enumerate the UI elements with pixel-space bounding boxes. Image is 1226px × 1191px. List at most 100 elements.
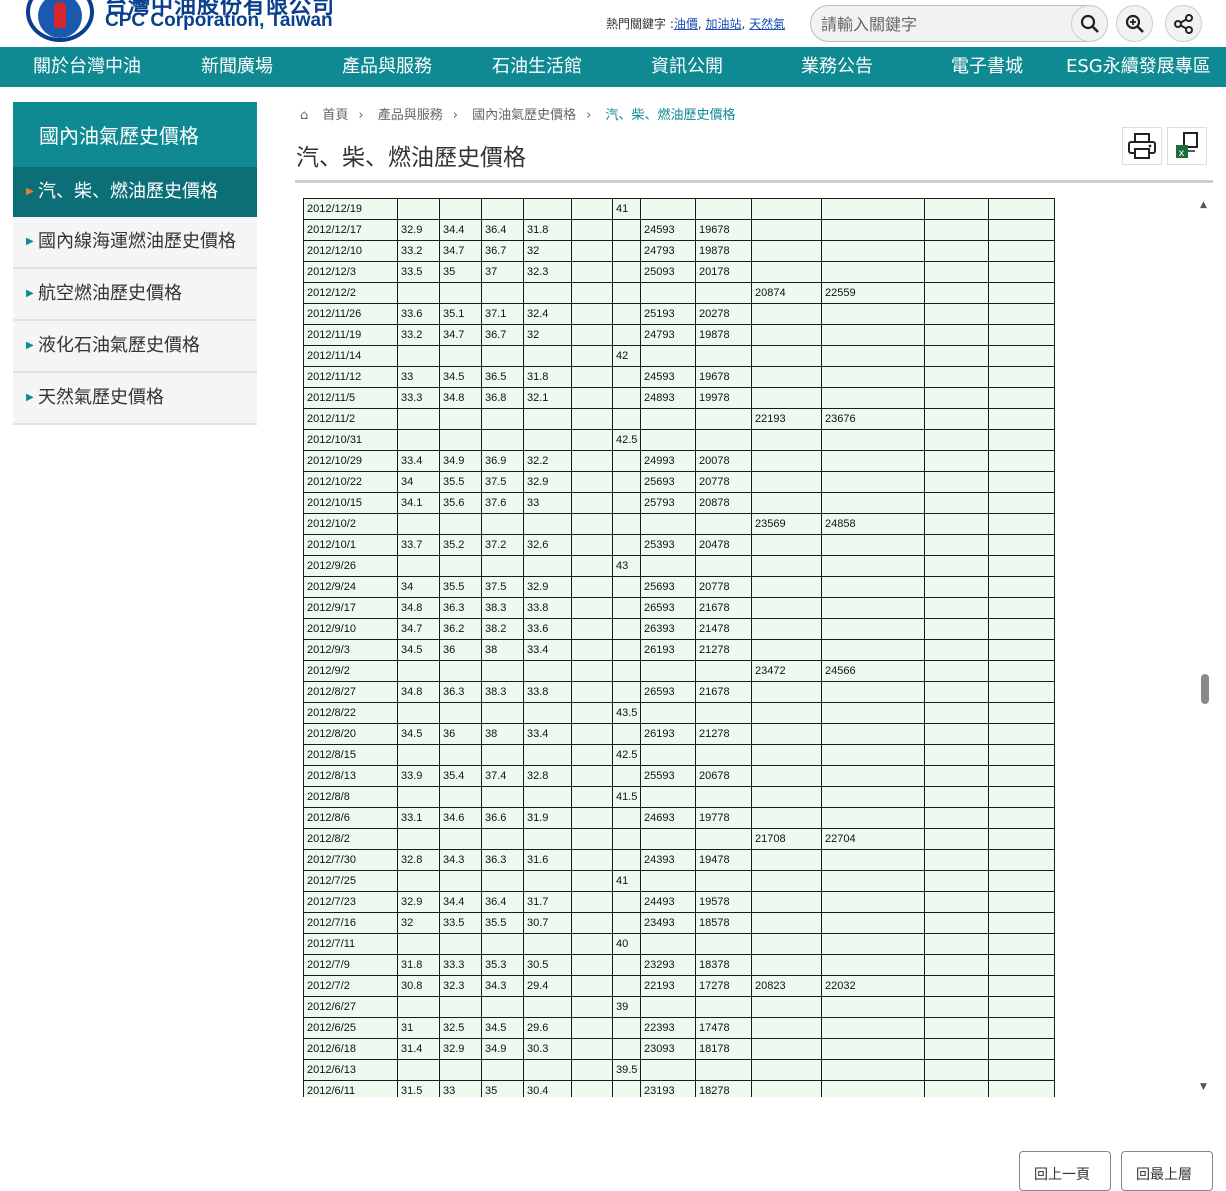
- price-cell: [751, 954, 822, 976]
- sidebar-item-fuel-prices[interactable]: ▶ 汽、柴、燃油歷史價格: [13, 167, 257, 217]
- price-cell: [612, 408, 641, 430]
- price-cell: [988, 198, 1055, 220]
- date-cell: 2012/6/27: [303, 996, 398, 1018]
- date-cell: 2012/12/17: [303, 219, 398, 241]
- nav-about[interactable]: 關於台灣中油: [33, 47, 141, 87]
- price-cell: 30.8: [397, 975, 440, 997]
- price-cell: 42.5: [612, 429, 641, 451]
- breadcrumb-home[interactable]: 首頁: [322, 108, 348, 123]
- table-row: 2012/7/30 32.8 34.3 36.3 31.6 24393 19478: [303, 849, 1055, 871]
- price-cell: [988, 933, 1055, 955]
- price-cell: [924, 660, 989, 682]
- price-cell: 34.8: [397, 681, 440, 703]
- price-table-container[interactable]: 2012/12/19 41 2012/12/17 32.9 34.4 36.4 31.8 24…: [303, 198, 1057, 1097]
- price-cell: [439, 198, 482, 220]
- price-cell: 32.9: [523, 471, 572, 493]
- price-cell: [481, 828, 524, 850]
- price-cell: [988, 870, 1055, 892]
- price-cell: 33.5: [439, 912, 482, 934]
- back-button[interactable]: 回上一頁: [1019, 1151, 1111, 1191]
- price-cell: [751, 912, 822, 934]
- price-cell: [481, 408, 524, 430]
- price-cell: [571, 492, 613, 514]
- price-cell: [821, 912, 925, 934]
- nav-products[interactable]: 產品與服務: [342, 47, 432, 87]
- back-to-top-button[interactable]: 回最上層: [1121, 1151, 1213, 1191]
- date-cell: 2012/6/11: [303, 1080, 398, 1097]
- page-title: 汽、柴、燃油歷史價格: [296, 145, 526, 171]
- price-cell: [695, 282, 752, 304]
- price-cell: [924, 1080, 989, 1097]
- share-icon: [1173, 13, 1193, 34]
- table-row: 2012/12/10 33.2 34.7 36.7 32 24793 19878: [303, 240, 1055, 262]
- sidebar-item-marine-fuel[interactable]: ▶ 國內線海運燃油歷史價格: [13, 217, 257, 269]
- table-row: 2012/7/9 31.8 33.3 35.3 30.5 23293 18378: [303, 954, 1055, 976]
- price-cell: [571, 219, 613, 241]
- price-cell: 34.6: [439, 807, 482, 829]
- scroll-up-icon[interactable]: ▲: [1200, 200, 1207, 210]
- nav-news[interactable]: 新聞廣場: [201, 47, 273, 87]
- nav-info-disclosure[interactable]: 資訊公開: [651, 47, 723, 87]
- sidebar-item-aviation-fuel[interactable]: ▶ 航空燃油歷史價格: [13, 269, 257, 321]
- price-cell: [523, 513, 572, 535]
- share-button[interactable]: [1165, 5, 1202, 42]
- date-cell: 2012/7/25: [303, 870, 398, 892]
- nav-petroleum-life[interactable]: 石油生活館: [492, 47, 582, 87]
- sidebar-item-natural-gas[interactable]: ▶ 天然氣歷史價格: [13, 373, 257, 425]
- price-cell: [924, 828, 989, 850]
- date-cell: 2012/6/18: [303, 1038, 398, 1060]
- scrollbar-thumb[interactable]: [1201, 674, 1209, 704]
- price-cell: [988, 618, 1055, 640]
- sidebar-item-lpg[interactable]: ▶ 液化石油氣歷史價格: [13, 321, 257, 373]
- table-row: 2012/11/5 33.3 34.8 36.8 32.1 24893 19978: [303, 387, 1055, 409]
- hot-keyword-oil-price[interactable]: 油價: [674, 17, 698, 31]
- price-cell: 19878: [695, 240, 752, 262]
- nav-announcements[interactable]: 業務公告: [801, 47, 873, 87]
- search-button[interactable]: [1071, 5, 1108, 42]
- hot-keyword-gas-station[interactable]: 加油站: [706, 17, 742, 31]
- price-cell: 38: [481, 639, 524, 661]
- price-cell: [640, 513, 696, 535]
- price-cell: [612, 366, 641, 388]
- nav-ebook[interactable]: 電子書城: [951, 47, 1023, 87]
- price-cell: 33.8: [523, 681, 572, 703]
- price-cell: [924, 471, 989, 493]
- nav-esg[interactable]: ESG永續發展專區: [1066, 47, 1211, 87]
- price-cell: [571, 765, 613, 787]
- price-cell: [640, 702, 696, 724]
- breadcrumb-history-prices[interactable]: 國內油氣歷史價格: [472, 108, 576, 123]
- price-cell: [481, 660, 524, 682]
- breadcrumb-current[interactable]: 汽、柴、燃油歷史價格: [605, 108, 735, 123]
- price-cell: [439, 408, 482, 430]
- date-cell: 2012/7/23: [303, 891, 398, 913]
- price-cell: 34.5: [439, 366, 482, 388]
- price-cell: [612, 240, 641, 262]
- price-cell: 24893: [640, 387, 696, 409]
- date-cell: 2012/12/2: [303, 282, 398, 304]
- price-cell: 36.4: [481, 891, 524, 913]
- price-cell: 18578: [695, 912, 752, 934]
- print-button[interactable]: [1122, 127, 1162, 165]
- price-cell: [481, 870, 524, 892]
- price-cell: 33.9: [397, 765, 440, 787]
- price-cell: 34.7: [397, 618, 440, 640]
- hot-keyword-natural-gas[interactable]: 天然氣: [749, 17, 785, 31]
- price-cell: [397, 555, 440, 577]
- price-cell: [571, 303, 613, 325]
- table-scrollbar[interactable]: ▲ ▼: [1197, 198, 1211, 1095]
- search-input[interactable]: [821, 13, 1061, 35]
- zoom-button[interactable]: [1116, 5, 1153, 42]
- breadcrumb-products[interactable]: 產品與服務: [378, 108, 443, 123]
- price-cell: [988, 828, 1055, 850]
- price-cell: [924, 324, 989, 346]
- price-cell: [612, 492, 641, 514]
- price-cell: [821, 555, 925, 577]
- cpc-logo[interactable]: [26, 0, 94, 42]
- export-excel-button[interactable]: x: [1167, 127, 1207, 165]
- price-cell: [924, 618, 989, 640]
- price-cell: [988, 744, 1055, 766]
- scroll-down-icon[interactable]: ▼: [1200, 1082, 1207, 1092]
- price-cell: [821, 723, 925, 745]
- price-cell: [751, 744, 822, 766]
- price-cell: 32.5: [439, 1017, 482, 1039]
